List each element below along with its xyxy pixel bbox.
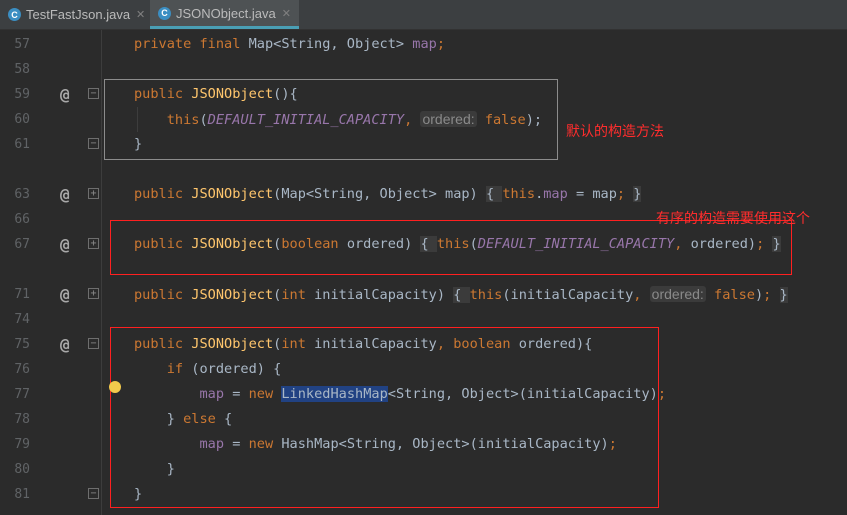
code-token: ; bbox=[657, 386, 667, 402]
code-text: public JSONObject(Map<String, Object> ma… bbox=[134, 182, 642, 207]
line-number: 59 bbox=[14, 87, 30, 102]
code-token: = map bbox=[567, 186, 617, 202]
line-number: 63 bbox=[14, 187, 30, 202]
code-token: { bbox=[453, 287, 470, 303]
override-gutter-icon[interactable]: @ bbox=[60, 332, 70, 357]
code-text: private final Map<String, Object> map; bbox=[134, 32, 445, 57]
override-gutter-icon[interactable]: @ bbox=[60, 82, 70, 107]
line-number: 58 bbox=[14, 62, 30, 77]
java-class-icon: C bbox=[8, 8, 21, 21]
code-token: (Map<String, Object> map) bbox=[273, 186, 486, 202]
line-number: 66 bbox=[14, 212, 30, 227]
code-token: Map<String, Object> bbox=[248, 36, 413, 52]
line-number: 57 bbox=[14, 37, 30, 52]
code-token: JSONObject bbox=[191, 287, 274, 303]
tab-jsonobject[interactable]: C JSONObject.java ✕ bbox=[150, 0, 299, 29]
line-number: 81 bbox=[14, 487, 30, 502]
annotation-ordered-constructor: 有序的构造需要使用这个 bbox=[656, 211, 810, 227]
line-number: 71 bbox=[14, 287, 30, 302]
code-token: JSONObject bbox=[191, 186, 274, 202]
tab-testfastjson[interactable]: C TestFastJson.java ✕ bbox=[0, 0, 153, 29]
code-token: private final bbox=[134, 36, 249, 52]
override-gutter-icon[interactable]: @ bbox=[60, 232, 70, 257]
collapse-fold-icon[interactable]: − bbox=[88, 138, 99, 149]
close-icon[interactable]: ✕ bbox=[136, 8, 145, 21]
code-token: ; bbox=[616, 186, 626, 202]
tab-label: JSONObject.java bbox=[176, 5, 276, 21]
annotation-default-constructor: 默认的构造方法 bbox=[566, 124, 664, 140]
collapse-fold-icon[interactable]: − bbox=[88, 488, 99, 499]
override-gutter-icon[interactable]: @ bbox=[60, 282, 70, 307]
code-token: this bbox=[502, 186, 536, 202]
code-token: public bbox=[134, 287, 192, 303]
code-token: false bbox=[714, 287, 755, 303]
line-number: 79 bbox=[14, 437, 30, 452]
gutter-divider bbox=[101, 30, 102, 515]
code-token: map bbox=[412, 36, 437, 52]
highlight-box-capacity-ordered-constructor bbox=[110, 327, 659, 508]
code-token: this bbox=[469, 287, 503, 303]
code-token: (initialCapacity bbox=[502, 287, 634, 303]
code-token: } bbox=[779, 287, 788, 303]
line-number: 80 bbox=[14, 462, 30, 477]
line-number: 78 bbox=[14, 412, 30, 427]
code-line[interactable]: 57 private final Map<String, Object> map; bbox=[0, 32, 847, 57]
code-token: } bbox=[633, 186, 642, 202]
code-token: int bbox=[281, 287, 315, 303]
java-class-icon: C bbox=[158, 6, 171, 20]
line-number: 77 bbox=[14, 387, 30, 402]
line-number: 76 bbox=[14, 362, 30, 377]
line-number: 75 bbox=[14, 337, 30, 352]
code-token: map bbox=[543, 186, 568, 202]
code-line[interactable] bbox=[0, 157, 847, 182]
tab-label: TestFastJson.java bbox=[26, 7, 131, 22]
code-token: public bbox=[134, 186, 192, 202]
code-line[interactable]: 63 @ + public JSONObject(Map<String, Object… bbox=[0, 182, 847, 207]
collapse-fold-icon[interactable]: − bbox=[88, 88, 99, 99]
highlight-box-default-constructor bbox=[104, 79, 558, 160]
line-number: 60 bbox=[14, 112, 30, 127]
editor-tab-bar: C TestFastJson.java ✕ C JSONObject.java … bbox=[0, 0, 847, 30]
expand-fold-icon[interactable]: + bbox=[88, 238, 99, 249]
expand-fold-icon[interactable]: + bbox=[88, 288, 99, 299]
highlight-box-ordered-constructor bbox=[110, 220, 792, 275]
code-line[interactable]: 71 @ + public JSONObject(int initialCapacit… bbox=[0, 282, 847, 307]
code-token: ; bbox=[436, 36, 446, 52]
code-token: { bbox=[485, 186, 503, 202]
line-number: 74 bbox=[14, 312, 30, 327]
expand-fold-icon[interactable]: + bbox=[88, 188, 99, 199]
code-text: public JSONObject(int initialCapacity) {… bbox=[134, 282, 788, 308]
line-number: 61 bbox=[14, 137, 30, 152]
line-number: 67 bbox=[14, 237, 30, 252]
override-gutter-icon[interactable]: @ bbox=[60, 182, 70, 207]
collapse-fold-icon[interactable]: − bbox=[88, 338, 99, 349]
lightbulb-icon[interactable] bbox=[109, 381, 121, 393]
close-icon[interactable]: ✕ bbox=[282, 7, 291, 20]
code-token: initialCapacity) bbox=[314, 287, 454, 303]
code-token: ) bbox=[754, 287, 764, 303]
parameter-hint: ordered: bbox=[649, 286, 706, 302]
